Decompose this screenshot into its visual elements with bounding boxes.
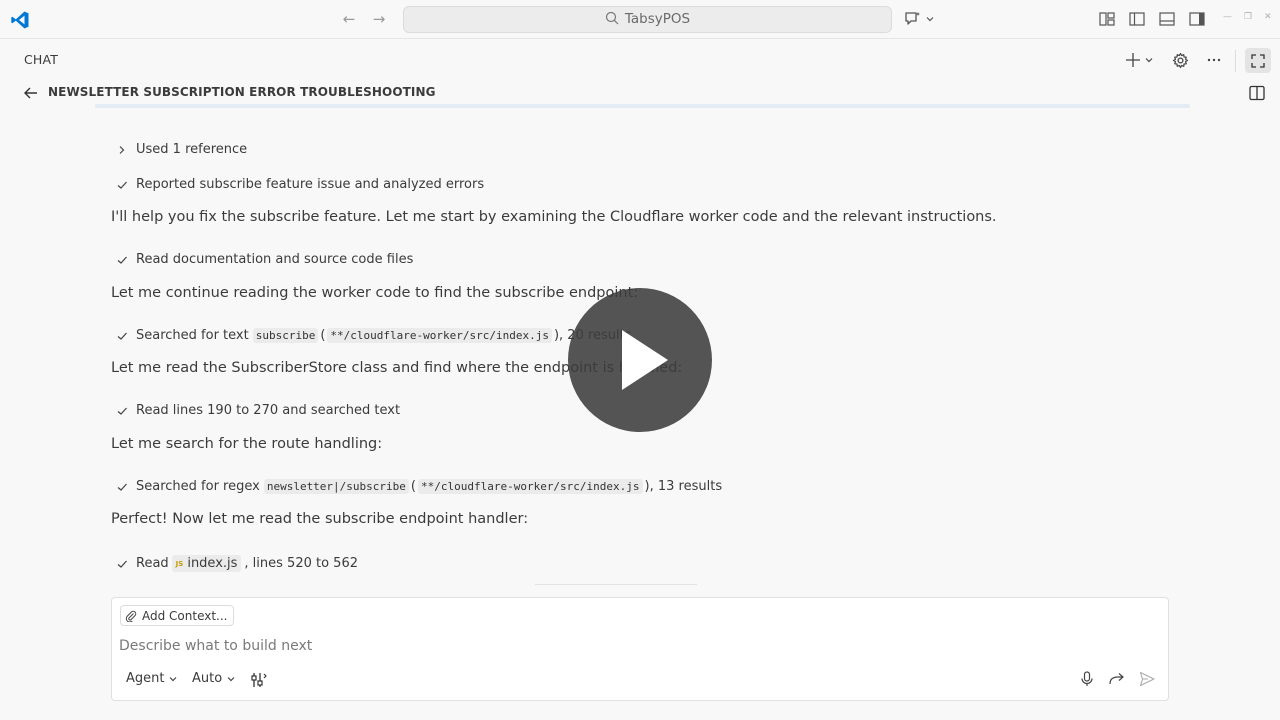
checkmark-icon <box>117 181 127 189</box>
add-context-button[interactable]: Add Context... <box>120 605 234 626</box>
checkmark-icon <box>117 560 127 568</box>
more-actions-button[interactable] <box>1204 50 1224 70</box>
title-bar: ← → TabsyPOS — ❐ ✕ <box>0 0 1280 39</box>
result-count: ), 13 results <box>644 479 723 494</box>
ellipsis-icon <box>1207 58 1221 62</box>
progress-step-read-docs[interactable]: Read documentation and source code files <box>116 252 413 267</box>
chevron-right-icon <box>119 145 125 154</box>
toggle-panel-icon[interactable] <box>1158 10 1176 28</box>
used-reference-label: Used 1 reference <box>136 142 248 157</box>
toggle-primary-sidebar-icon[interactable] <box>1128 10 1146 28</box>
step-label: Read lines 190 to 270 and searched text <box>136 403 401 418</box>
toggle-secondary-sidebar-icon[interactable] <box>1188 10 1206 28</box>
chat-panel-label: CHAT <box>24 52 59 67</box>
back-arrow-icon[interactable]: ← <box>340 10 358 28</box>
message-paragraph: Perfect! Now let me read the subscribe e… <box>111 511 529 527</box>
minimize-icon[interactable]: — <box>1223 12 1232 22</box>
message-paragraph: Let me search for the route handling: <box>111 436 383 452</box>
progress-step-search-regex[interactable]: Searched for regex newsletter|/subscribe… <box>116 479 722 494</box>
message-paragraph: Let me continue reading the worker code … <box>111 285 639 301</box>
progress-step-reported[interactable]: Reported subscribe feature issue and ana… <box>116 177 484 192</box>
step-label: Read documentation and source code files <box>136 252 414 267</box>
microphone-icon <box>1081 671 1093 686</box>
chevron-down-icon <box>926 17 934 22</box>
line-range: , lines 520 to 562 <box>244 556 358 571</box>
tools-icon[interactable] <box>250 671 268 689</box>
add-context-label: Add Context... <box>142 608 228 623</box>
chevron-down-icon <box>170 676 177 681</box>
maximize-chat-button[interactable] <box>1245 48 1271 73</box>
chat-input-box: Add Context... Agent Auto <box>111 597 1169 701</box>
chevron-down-icon <box>227 676 235 681</box>
send-button[interactable] <box>1138 670 1156 688</box>
settings-button[interactable] <box>1170 50 1190 70</box>
progress-step-read-file[interactable]: Read JS index.js , lines 520 to 562 <box>116 555 358 572</box>
search-label: TabsyPOS <box>624 11 691 27</box>
forward-arrow-icon[interactable]: → <box>370 10 388 28</box>
file-name: index.js <box>187 556 238 571</box>
search-icon <box>605 11 619 24</box>
checkmark-icon <box>117 407 127 415</box>
search-term: subscribe <box>252 328 319 343</box>
message-paragraph: I'll help you fix the subscribe feature.… <box>111 209 997 225</box>
open-paren: ( <box>410 479 416 494</box>
mode-label: Agent <box>126 671 165 686</box>
copilot-chat-icon <box>905 12 920 25</box>
step-label: Read <box>136 556 169 571</box>
checkmark-icon <box>117 256 127 264</box>
search-path: **/cloudflare-worker/src/index.js <box>417 479 643 494</box>
checkmark-icon <box>117 483 127 491</box>
delegate-button[interactable] <box>1108 670 1126 688</box>
used-reference-toggle[interactable]: Used 1 reference <box>116 142 247 157</box>
play-icon <box>622 330 668 390</box>
step-label: Reported subscribe feature issue and ana… <box>136 177 485 192</box>
search-path: **/cloudflare-worker/src/index.js <box>327 328 552 343</box>
send-icon <box>1139 671 1155 687</box>
step-label: Searched for text <box>136 328 249 343</box>
gear-icon <box>1172 52 1188 68</box>
customize-layout-icon[interactable] <box>1098 10 1116 28</box>
progress-step-search-text[interactable]: Searched for text subscribe ( **/cloudfl… <box>116 328 632 343</box>
chat-prompt-input[interactable] <box>119 635 1019 657</box>
back-arrow-icon[interactable] <box>22 84 40 102</box>
new-chat-button[interactable] <box>1122 50 1156 70</box>
model-picker[interactable]: Auto <box>192 671 236 686</box>
command-center-search[interactable]: TabsyPOS <box>403 6 892 33</box>
restore-icon[interactable]: ❐ <box>1244 12 1252 22</box>
fullscreen-icon <box>1251 53 1265 68</box>
javascript-file-icon: JS <box>175 559 184 568</box>
vscode-logo-icon <box>11 11 29 29</box>
close-icon[interactable]: ✕ <box>1264 12 1272 22</box>
mode-picker[interactable]: Agent <box>126 671 178 686</box>
play-button-overlay[interactable] <box>568 288 712 432</box>
step-label: Searched for regex <box>136 479 260 494</box>
forward-arrow-icon <box>1109 673 1124 685</box>
open-paren: ( <box>320 328 326 343</box>
paperclip-icon <box>125 610 137 622</box>
chevron-down-icon <box>1145 58 1152 63</box>
progress-step-read-lines[interactable]: Read lines 190 to 270 and searched text <box>116 403 400 418</box>
voice-input-button[interactable] <box>1078 670 1096 688</box>
checkmark-icon <box>117 332 127 340</box>
model-label: Auto <box>192 671 223 686</box>
file-reference-chip[interactable]: JS index.js <box>171 555 242 572</box>
scroll-shadow <box>95 104 1190 108</box>
copilot-menu-button[interactable] <box>903 9 935 29</box>
plus-icon <box>1125 53 1140 67</box>
search-term: newsletter|/subscribe <box>263 479 409 494</box>
header-divider <box>1235 50 1236 72</box>
split-editor-icon[interactable] <box>1248 84 1266 102</box>
scroll-indicator <box>535 584 697 585</box>
conversation-title: NEWSLETTER SUBSCRIPTION ERROR TROUBLESHO… <box>48 85 436 99</box>
